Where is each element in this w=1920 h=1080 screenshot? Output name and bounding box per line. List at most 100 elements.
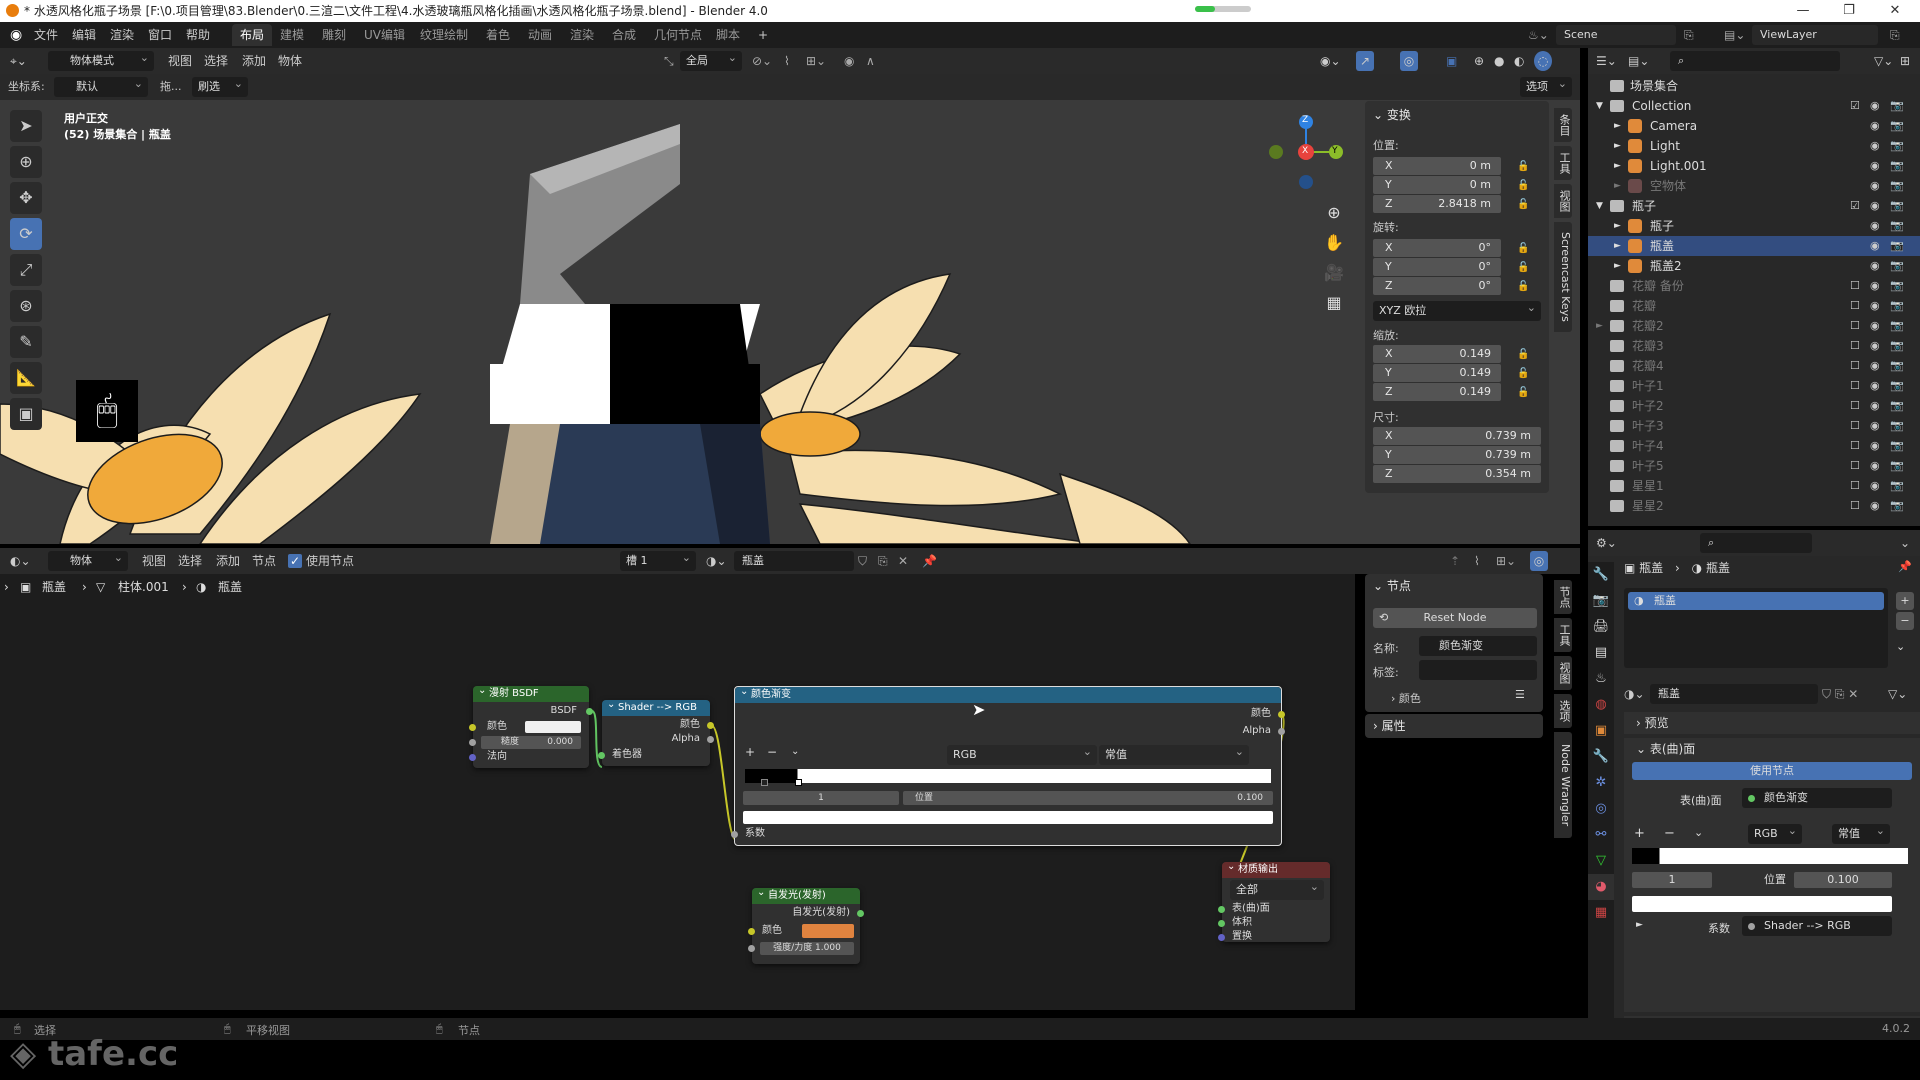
eye-icon[interactable]: ◉	[1870, 256, 1880, 276]
location-z-field[interactable]: Z 2.8418 m	[1373, 195, 1501, 213]
outliner-row[interactable]: ► 花瓣2 ☐ ◉ 📷	[1588, 316, 1920, 336]
outliner-row[interactable]: 花瓣 ☐ ◉ 📷	[1588, 296, 1920, 316]
expand-right-icon[interactable]: ►	[1614, 116, 1621, 136]
shading-rendered-icon[interactable]: ◌	[1534, 51, 1552, 71]
physics-tab-icon[interactable]: ◎	[1588, 796, 1614, 822]
visibility-icon[interactable]: ◉⌄	[1320, 51, 1341, 71]
eye-icon[interactable]: ◉	[1870, 196, 1880, 216]
exclude-checkbox[interactable]: ☐	[1850, 376, 1860, 396]
node-menu-select[interactable]: 选择	[178, 551, 202, 571]
texture-tab-icon[interactable]: ▦	[1588, 900, 1614, 926]
exclude-checkbox[interactable]: ☐	[1850, 476, 1860, 496]
material-browse-icon[interactable]: ◑⌄	[1624, 684, 1645, 704]
expand-right-icon[interactable]: ►	[1614, 216, 1621, 236]
fake-user-icon[interactable]: ⛉ ⎘ ✕	[1822, 684, 1858, 704]
surface-panel-header[interactable]: ⌄ 表(曲)面	[1624, 738, 1920, 760]
expand-right-icon[interactable]: ►	[1614, 176, 1621, 196]
slot-dropdown[interactable]: 槽 1	[620, 548, 696, 571]
pin-icon[interactable]: 📌	[922, 551, 937, 571]
view-layer-tab-icon[interactable]: ▤	[1588, 640, 1614, 666]
pin-icon[interactable]: 📌	[1898, 560, 1912, 573]
node-overlay-icon[interactable]: ◎	[1530, 551, 1548, 571]
maximize-button[interactable]: ❐	[1826, 0, 1872, 22]
outliner-row[interactable]: ► Light ◉ 📷	[1588, 136, 1920, 156]
input-socket[interactable]	[469, 724, 476, 731]
lock-icon[interactable]: 🔓	[1517, 199, 1529, 211]
location-x-field[interactable]: X 0 m	[1373, 157, 1501, 175]
list-icon[interactable]: ☰	[1515, 688, 1525, 701]
fake-user-icon[interactable]: ⛉	[858, 551, 867, 571]
exclude-checkbox[interactable]: ☐	[1850, 396, 1860, 416]
location-y-field[interactable]: Y 0 m	[1373, 176, 1501, 194]
scale-tool-icon[interactable]: ⤢	[10, 254, 42, 286]
filter-icon[interactable]: ▽⌄	[1874, 51, 1893, 71]
render-camera-icon[interactable]: 📷	[1890, 236, 1904, 256]
properties-section[interactable]: › 属性	[1365, 714, 1543, 738]
node-menu-view[interactable]: 视图	[142, 551, 166, 571]
transform-tool-icon[interactable]: ⊛	[10, 290, 42, 322]
scene-field[interactable]: Scene	[1556, 25, 1676, 45]
lock-icon[interactable]: 🔓	[1517, 161, 1529, 173]
expand-icon[interactable]: ►	[1636, 920, 1643, 930]
outliner-row[interactable]: ► 瓶盖 ◉ 📷	[1588, 236, 1920, 256]
options-chevron-icon[interactable]: ⌄	[1900, 533, 1910, 553]
outliner-row[interactable]: 叶子4 ☐ ◉ 📷	[1588, 436, 1920, 456]
workspace-tab-compositing[interactable]: 合成	[604, 24, 644, 46]
eye-icon[interactable]: ◉	[1870, 376, 1880, 396]
duplicate-material-icon[interactable]: ⎘	[878, 551, 888, 571]
select-tool-icon[interactable]: ➤	[10, 110, 42, 142]
eye-icon[interactable]: ◉	[1870, 236, 1880, 256]
shading-solid-icon[interactable]: ●	[1494, 51, 1504, 71]
render-camera-icon[interactable]: 📷	[1890, 416, 1904, 436]
outliner-row[interactable]: 花瓣 备份 ☐ ◉ 📷	[1588, 276, 1920, 296]
expand-right-icon[interactable]: ►	[1614, 236, 1621, 256]
object-tab-icon[interactable]: ▣	[1588, 718, 1614, 744]
expand-down-icon[interactable]: ▼	[1596, 196, 1603, 216]
mode-dropdown[interactable]: 物体模式	[48, 48, 154, 71]
color-subpanel[interactable]: › 颜色	[1391, 690, 1421, 706]
node-emission[interactable]: 自发光(发射) 自发光(发射) 颜色 强度/力度 1.000	[748, 885, 864, 964]
workspace-tab-geometry-nodes[interactable]: 几何节点	[646, 24, 710, 46]
menu-select[interactable]: 选择	[204, 51, 228, 71]
dimension-y-field[interactable]: Y 0.739 m	[1373, 446, 1541, 464]
output-socket[interactable]	[857, 910, 864, 917]
constraints-tab-icon[interactable]: ⚯	[1588, 822, 1614, 848]
outliner-row[interactable]: 叶子1 ☐ ◉ 📷	[1588, 376, 1920, 396]
eye-icon[interactable]: ◉	[1870, 476, 1880, 496]
add-cube-tool-icon[interactable]: ▣	[10, 398, 42, 430]
node-diffuse-bsdf[interactable]: 漫射 BSDF BSDF 颜色 糙度 0.000 法向	[469, 683, 593, 768]
position-field[interactable]: 0.100	[1794, 872, 1892, 888]
lock-icon[interactable]: 🔓	[1517, 387, 1529, 399]
navigation-gizmo[interactable]: Z X Y	[1266, 112, 1346, 192]
exclude-checkbox[interactable]: ☐	[1850, 416, 1860, 436]
render-tab-icon[interactable]: 📷	[1588, 588, 1614, 614]
xray-icon[interactable]: ▣	[1446, 51, 1457, 71]
input-socket[interactable]	[1218, 934, 1225, 941]
node-menu-add[interactable]: 添加	[216, 551, 240, 571]
rotation-x-field[interactable]: X 0°	[1373, 239, 1501, 257]
outliner-row[interactable]: ► 瓶子 ◉ 📷	[1588, 216, 1920, 236]
eye-icon[interactable]: ◉	[1870, 296, 1880, 316]
outliner-row[interactable]: ► 瓶盖2 ◉ 📷	[1588, 256, 1920, 276]
material-name-field[interactable]: 瓶盖	[734, 551, 854, 571]
output-target-dropdown[interactable]: 全部	[1230, 877, 1324, 900]
render-camera-icon[interactable]: 📷	[1890, 356, 1904, 376]
output-tab-icon[interactable]: 🖨	[1588, 614, 1614, 640]
workspace-tab-rendering[interactable]: 渲染	[562, 24, 602, 46]
eye-icon[interactable]: ◉	[1870, 176, 1880, 196]
exclude-checkbox[interactable]: ☐	[1850, 496, 1860, 516]
blender-menu-icon[interactable]: ◉	[10, 22, 22, 48]
outliner-root[interactable]: 场景集合	[1588, 76, 1920, 96]
rotate-tool-icon[interactable]: ⟳	[10, 218, 42, 250]
output-socket[interactable]	[1278, 711, 1285, 718]
scale-x-field[interactable]: X 0.149	[1373, 345, 1501, 363]
render-camera-icon[interactable]: 📷	[1890, 216, 1904, 236]
node-color-ramp[interactable]: 颜色渐变 颜色 Alpha + − ⌄ RGB 常值 1 位置 0.100 系数	[731, 684, 1285, 846]
add-stop-button[interactable]: +	[1634, 826, 1645, 841]
outliner-row[interactable]: ► 空物体 ◉ 📷	[1588, 176, 1920, 196]
output-socket[interactable]	[707, 736, 714, 743]
input-socket[interactable]	[598, 752, 605, 759]
eye-icon[interactable]: ◉	[1870, 216, 1880, 236]
snap-icon[interactable]: ⌇	[784, 51, 790, 71]
node-snap-target-icon[interactable]: ⊞⌄	[1496, 551, 1516, 571]
